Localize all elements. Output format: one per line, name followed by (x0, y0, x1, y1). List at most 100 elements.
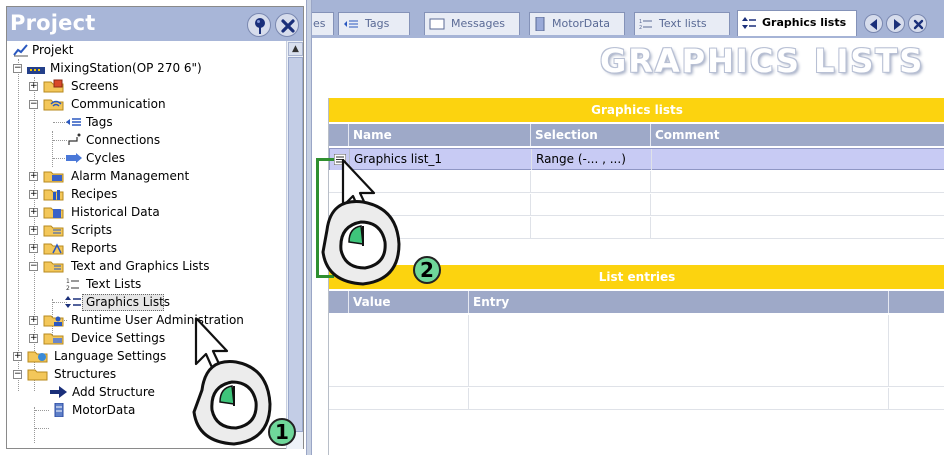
reports-folder-icon (43, 243, 64, 255)
column-header-name[interactable]: Name (349, 124, 531, 146)
tab-tags[interactable]: Tags (338, 12, 410, 35)
tab-text-lists[interactable]: 1 2 Text lists (634, 12, 730, 35)
svg-text:2: 2 (639, 25, 642, 30)
tree-label: Scripts (71, 223, 113, 237)
tree-label: Add Structure (72, 385, 155, 399)
collapse-icon[interactable]: − (29, 262, 38, 271)
tree-label: Connections (86, 133, 161, 147)
user-admin-folder-icon (43, 315, 64, 327)
cell-selection[interactable]: Range (-... , ...) (532, 149, 652, 170)
scripts-folder-icon (43, 225, 64, 237)
expand-icon[interactable]: + (29, 190, 38, 199)
tree-label: MotorData (72, 403, 136, 417)
historical-data-folder-icon (43, 207, 64, 219)
empty-cell (349, 315, 469, 387)
empty-cell (349, 388, 469, 409)
empty-cell (531, 194, 651, 215)
column-header-comment[interactable]: Comment (651, 124, 944, 146)
list-entries-body[interactable] (329, 315, 944, 387)
tab-scroll-left-button[interactable] (864, 14, 883, 33)
lists-folder-icon (43, 261, 64, 273)
project-panel-header: Project (7, 7, 303, 41)
tree-label: Graphics Lists (86, 295, 171, 309)
svg-text:2: 2 (66, 285, 70, 291)
text-list-icon: 1 2 (66, 278, 79, 291)
tab-messages[interactable]: Messages (424, 12, 520, 35)
column-header-entry[interactable]: Entry (469, 291, 889, 313)
close-icon (913, 19, 924, 30)
expand-icon[interactable]: + (29, 226, 38, 235)
collapse-icon[interactable]: − (29, 100, 38, 109)
callout-number: 2 (413, 256, 441, 284)
tree-label: Language Settings (54, 349, 167, 363)
tree-label: Structures (54, 367, 117, 381)
arrow-left-icon (870, 19, 877, 30)
expand-icon[interactable]: + (29, 244, 38, 253)
svg-text:1: 1 (66, 278, 70, 285)
tree-label: Cycles (86, 151, 126, 165)
tree-label: Screens (71, 79, 119, 93)
expand-icon[interactable]: + (29, 208, 38, 217)
project-icon (13, 44, 28, 57)
structure-icon (535, 17, 545, 31)
expand-icon[interactable]: + (29, 316, 38, 325)
alarm-folder-icon (43, 171, 64, 183)
tab-screens-partial[interactable]: es (312, 12, 334, 35)
expand-icon[interactable]: + (29, 172, 38, 181)
graphics-lists-caption: Graphics lists (329, 98, 944, 122)
structures-folder-icon (27, 369, 48, 381)
tree-label: Alarm Management (71, 169, 190, 183)
messages-icon (429, 18, 445, 30)
hmi-device-icon (27, 67, 45, 74)
tree-label: Text Lists (86, 277, 142, 291)
close-panel-button[interactable] (275, 13, 299, 37)
close-icon (281, 19, 295, 33)
tags-icon (66, 118, 81, 126)
cycles-icon (66, 153, 82, 163)
column-header-selection[interactable]: Selection (531, 124, 651, 146)
add-structure-icon (50, 386, 67, 398)
editor-big-title: GRAPHICS LISTS (600, 42, 925, 80)
tab-scroll-right-button[interactable] (886, 14, 905, 33)
table-row-empty[interactable] (329, 388, 944, 410)
tree-label: Recipes (71, 187, 118, 201)
tab-motordata[interactable]: MotorData (529, 12, 625, 35)
expand-icon[interactable]: + (29, 82, 38, 91)
graphics-list-icon (742, 17, 756, 29)
recipes-folder-icon (43, 189, 64, 201)
tree-label: Historical Data (71, 205, 160, 219)
empty-cell (531, 171, 651, 192)
connections-icon (68, 133, 81, 145)
empty-cell (531, 217, 651, 238)
column-header-extra (889, 291, 944, 313)
device-settings-folder-icon (43, 333, 64, 345)
close-editor-button[interactable] (908, 14, 927, 33)
pin-button[interactable] (247, 13, 271, 37)
collapse-icon[interactable]: − (13, 64, 22, 73)
tree-label: Text and Graphics Lists (71, 259, 210, 273)
tree-label: MixingStation(OP 270 6") (50, 61, 202, 75)
communication-folder-icon (43, 99, 64, 111)
language-settings-folder-icon (27, 351, 48, 363)
expand-icon[interactable]: + (29, 334, 38, 343)
project-panel-title: Project (10, 11, 96, 35)
editor-tab-bar: es Tags Messages MotorData 1 2 Text lists … (312, 0, 944, 38)
callout-1: 1 (160, 318, 300, 455)
expand-icon[interactable]: + (13, 352, 22, 361)
folder-icon (43, 79, 64, 93)
graphics-list-icon (65, 296, 81, 308)
collapse-icon[interactable]: − (13, 370, 22, 379)
callout-2: 2 (315, 158, 455, 298)
cell-comment[interactable] (652, 149, 944, 170)
pin-icon (255, 18, 265, 34)
empty-cell (469, 388, 889, 409)
graphics-lists-header-row: Name Selection Comment (329, 124, 944, 146)
callout-number: 1 (268, 418, 296, 446)
tree-label: Communication (71, 97, 166, 111)
empty-cell (469, 315, 889, 387)
text-list-icon: 12 (639, 19, 652, 30)
structure-icon (54, 403, 64, 417)
scroll-up-arrow-icon[interactable]: ▲ (288, 42, 303, 56)
tab-graphics-lists[interactable]: Graphics lists (737, 10, 857, 36)
tree-label: Projekt (32, 43, 74, 57)
